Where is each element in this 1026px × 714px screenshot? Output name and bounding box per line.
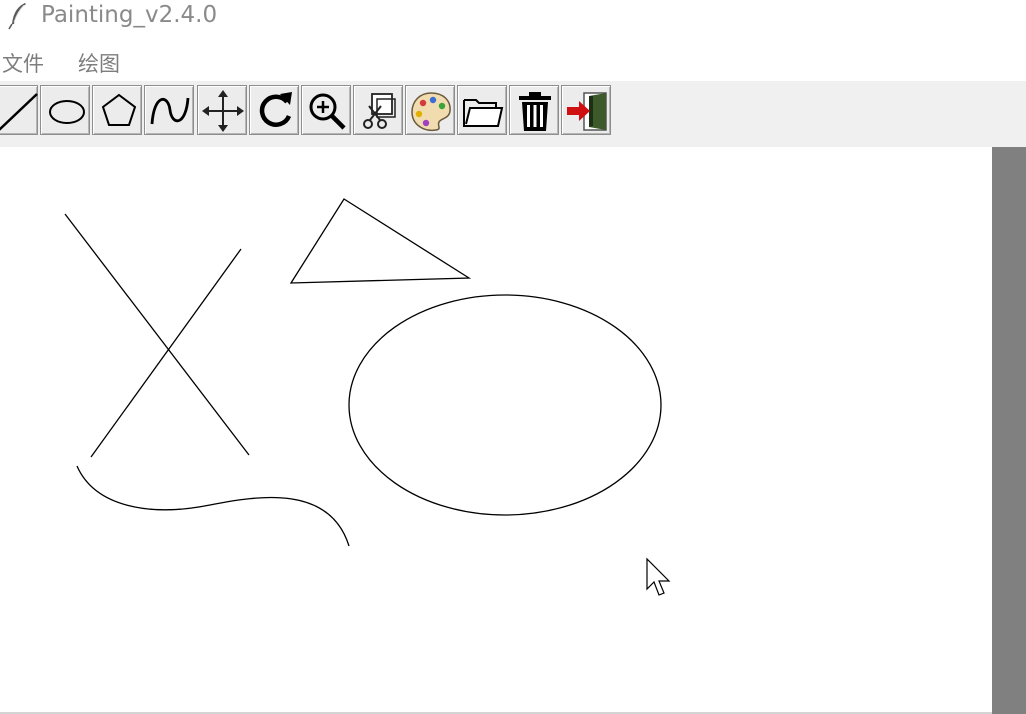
rotate-tool-button[interactable] xyxy=(249,85,299,135)
folder-icon xyxy=(463,99,504,127)
drawn-curve xyxy=(76,465,350,547)
mouse-cursor-icon xyxy=(646,557,671,596)
line-icon xyxy=(0,93,38,131)
ellipse-icon xyxy=(49,100,85,124)
trash-icon xyxy=(519,92,551,131)
feather-icon xyxy=(8,3,26,30)
ellipse-tool-button[interactable] xyxy=(40,85,90,135)
polygon-tool-button[interactable] xyxy=(92,85,142,135)
window-title: Painting_v2.4.0 xyxy=(41,2,218,28)
curve-tool-button[interactable] xyxy=(144,85,194,135)
zoom-tool-button[interactable] xyxy=(301,85,351,135)
color-tool-button[interactable] xyxy=(405,85,455,135)
pentagon-icon xyxy=(101,93,137,126)
drawn-line-2 xyxy=(90,248,242,458)
rotate-icon xyxy=(259,92,292,127)
move-tool-button[interactable] xyxy=(197,85,247,135)
line-tool-button[interactable] xyxy=(0,85,38,135)
vertical-scrollbar[interactable] xyxy=(992,147,1026,714)
menu-bar: 文件 绘图 xyxy=(0,48,1026,80)
curve-icon xyxy=(150,97,190,125)
menu-draw[interactable]: 绘图 xyxy=(78,50,120,78)
zoom-in-icon xyxy=(309,93,346,130)
drawn-line-1 xyxy=(64,213,250,456)
toolbar xyxy=(0,81,1026,147)
scissors-clip-icon xyxy=(363,93,396,129)
drawn-triangle xyxy=(289,198,472,284)
palette-icon xyxy=(411,92,451,132)
canvas-drawing xyxy=(64,198,662,547)
clip-tool-button[interactable] xyxy=(353,85,403,135)
drawn-ellipse xyxy=(348,294,662,516)
drawing-canvas[interactable] xyxy=(0,147,992,714)
menu-file[interactable]: 文件 xyxy=(2,50,44,78)
open-tool-button[interactable] xyxy=(457,85,507,135)
exit-tool-button[interactable] xyxy=(561,85,611,135)
title-bar: Painting_v2.4.0 xyxy=(0,0,1026,34)
clear-tool-button[interactable] xyxy=(509,85,559,135)
exit-door-icon xyxy=(567,92,607,131)
move-arrows-icon xyxy=(202,90,244,132)
